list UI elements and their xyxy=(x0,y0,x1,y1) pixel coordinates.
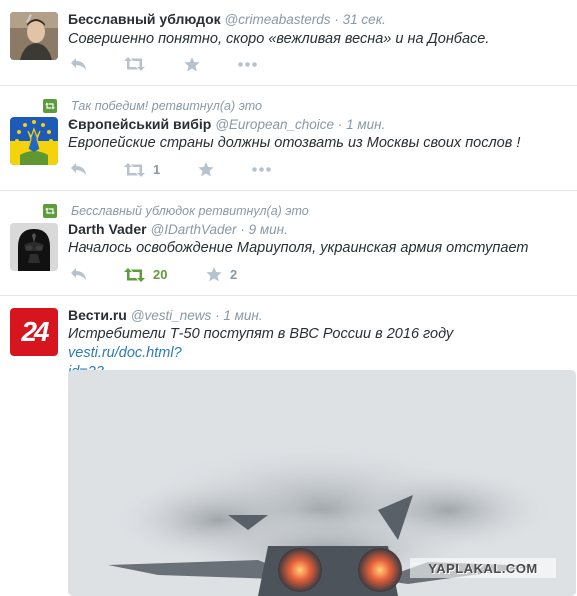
author-handle[interactable]: @European_choice xyxy=(215,117,334,132)
retweet-icon xyxy=(124,162,145,177)
author-handle[interactable]: @IDarthVader xyxy=(150,222,236,237)
retweet-icon xyxy=(124,267,145,282)
reply-icon xyxy=(71,58,86,70)
retweeter-label[interactable]: Бесславный ублюдок ретвитнул(а) это xyxy=(71,204,309,218)
timeline: Бесславный ублюдок @crimeabasterds · 31 … xyxy=(0,0,577,596)
reply-icon xyxy=(71,163,86,175)
star-icon xyxy=(184,57,200,72)
more-button[interactable] xyxy=(252,167,271,172)
star-icon xyxy=(198,162,214,177)
tweet-link[interactable]: vesti.ru/doc.html? xyxy=(68,345,182,361)
tweet-header: Бесславный ублюдок @crimeabasterds · 31 … xyxy=(68,11,386,27)
retweet-count: 1 xyxy=(153,162,161,177)
tweet-header: Вести.ru @vesti_news · 1 мин. xyxy=(68,307,263,323)
avatar-logo: 24 xyxy=(21,316,49,347)
timestamp[interactable]: · 9 мин. xyxy=(240,222,287,237)
reply-button[interactable] xyxy=(70,57,87,71)
more-icon xyxy=(252,167,271,172)
tweet[interactable]: 24 Вести.ru @vesti_news · 1 мин. Истреби… xyxy=(0,296,577,596)
watermark: YAPLAKAL.COM xyxy=(410,558,556,578)
author-handle[interactable]: @vesti_news xyxy=(131,308,212,323)
tweet-text-body: Истребители Т-50 поступят в ВВС России в… xyxy=(68,326,454,342)
author-name[interactable]: Європейський вибір xyxy=(68,116,211,132)
favorite-button[interactable] xyxy=(198,162,214,177)
tweet-text: Совершенно понятно, скоро «вежливая весн… xyxy=(68,31,490,47)
author-name[interactable]: Darth Vader xyxy=(68,221,147,237)
tweet-header: Darth Vader @IDarthVader · 9 мин. xyxy=(68,221,288,237)
retweet-context-icon xyxy=(43,204,57,218)
favorite-button[interactable]: 2 xyxy=(206,267,237,282)
reply-icon xyxy=(71,268,86,280)
reply-button[interactable] xyxy=(70,162,87,176)
timestamp[interactable]: · 31 сек. xyxy=(334,12,385,27)
favorite-count: 2 xyxy=(230,267,238,282)
retweet-count: 20 xyxy=(153,267,168,282)
reply-button[interactable] xyxy=(70,267,87,281)
tweet-header: Європейський вибір @European_choice · 1 … xyxy=(68,116,385,132)
tweet[interactable]: Так победим! ретвитнул(а) это Європейськ… xyxy=(0,86,577,191)
tweet-text: Европейские страны должны отозвать из Мо… xyxy=(68,135,521,151)
retweet-context-icon xyxy=(43,99,57,113)
author-name[interactable]: Вести.ru xyxy=(68,307,127,323)
author-handle[interactable]: @crimeabasterds xyxy=(225,12,331,27)
author-name[interactable]: Бесславный ублюдок xyxy=(68,11,221,27)
retweeter-label[interactable]: Так победим! ретвитнул(а) это xyxy=(71,99,262,113)
timestamp[interactable]: · 1 мин. xyxy=(338,117,385,132)
retweet-icon xyxy=(124,57,145,71)
avatar[interactable] xyxy=(10,12,58,60)
avatar[interactable] xyxy=(10,223,58,271)
more-icon xyxy=(238,62,257,67)
retweet-context: Так победим! ретвитнул(а) это xyxy=(43,98,262,114)
avatar[interactable] xyxy=(10,117,58,165)
retweet-button[interactable]: 20 xyxy=(124,267,167,282)
tweet[interactable]: Бесславный ублюдок @crimeabasterds · 31 … xyxy=(0,0,577,86)
retweet-button[interactable] xyxy=(124,57,145,71)
retweet-context: Бесславный ублюдок ретвитнул(а) это xyxy=(43,203,309,219)
tweet-text: Началось освобождение Мариуполя, украинс… xyxy=(68,240,529,256)
star-icon xyxy=(206,267,222,282)
avatar[interactable]: 24 xyxy=(10,308,58,356)
retweet-button[interactable]: 1 xyxy=(124,162,160,177)
timestamp[interactable]: · 1 мин. xyxy=(215,308,262,323)
more-button[interactable] xyxy=(238,62,257,67)
favorite-button[interactable] xyxy=(184,57,200,72)
tweet[interactable]: Бесславный ублюдок ретвитнул(а) это Dart… xyxy=(0,191,577,296)
